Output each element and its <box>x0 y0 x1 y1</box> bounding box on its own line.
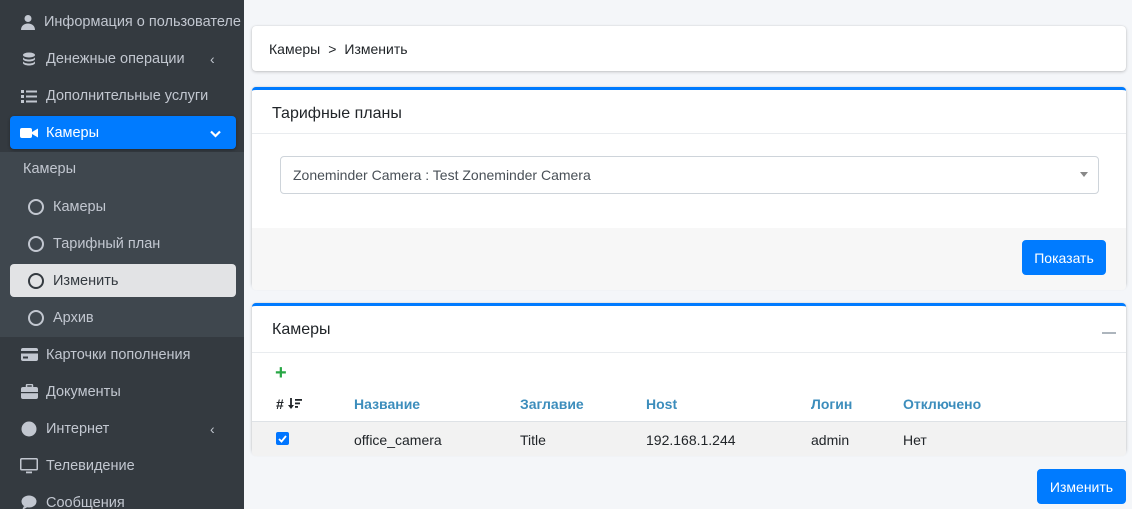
monitor-icon <box>20 457 38 475</box>
credit-card-icon <box>20 346 38 364</box>
sidebar-item-label: Документы <box>46 383 121 400</box>
cell-disabled: Нет <box>903 432 927 448</box>
sidebar-item-user-info[interactable]: Информация о пользователе <box>10 5 241 38</box>
submenu-item-archive[interactable]: Архив <box>10 301 236 334</box>
chevron-left-icon: ‹ <box>210 50 215 67</box>
breadcrumb-current: Изменить <box>344 40 408 57</box>
circle-icon <box>28 272 44 289</box>
sidebar-item-documents[interactable]: Документы <box>10 375 236 408</box>
select-value: Zoneminder Camera : Test Zoneminder Came… <box>293 167 591 183</box>
submenu-item-edit[interactable]: Изменить <box>10 264 236 297</box>
chevron-left-icon: ‹ <box>210 420 215 437</box>
sort-icon[interactable] <box>287 396 302 412</box>
submit-edit-button[interactable]: Изменить <box>1037 469 1126 504</box>
column-header-name[interactable]: Название <box>354 396 420 412</box>
column-header-hash[interactable]: # <box>276 396 302 412</box>
video-camera-icon <box>20 124 38 142</box>
sidebar-item-messages[interactable]: Сообщения <box>10 486 236 509</box>
sidebar-item-label: Дополнительные услуги <box>46 87 209 104</box>
cameras-card: Камеры + # Название Заглавие Host Логин … <box>252 303 1126 456</box>
column-header-hash-label: # <box>276 396 284 412</box>
column-header-host[interactable]: Host <box>646 396 677 412</box>
user-icon <box>20 13 36 31</box>
coins-icon <box>20 50 38 68</box>
sidebar-item-topup-cards[interactable]: Карточки пополнения <box>10 338 236 371</box>
chevron-down-icon <box>210 125 222 141</box>
submenu-item-label: Изменить <box>53 272 119 289</box>
sidebar-item-label: Интернет <box>46 420 110 437</box>
column-header-disabled[interactable]: Отключено <box>903 396 981 412</box>
divider <box>252 133 1126 134</box>
breadcrumb-parent-link[interactable]: Камеры <box>269 41 320 57</box>
card-title: Камеры <box>272 321 331 338</box>
tariff-plans-card: Тарифные планы Zoneminder Camera : Test … <box>252 87 1126 290</box>
card-footer: Показать <box>252 228 1126 290</box>
sidebar: Информация о пользователе Денежные опера… <box>0 0 244 509</box>
row-checkbox[interactable] <box>276 432 289 445</box>
tariff-plan-select[interactable]: Zoneminder Camera : Test Zoneminder Came… <box>280 156 1099 194</box>
circle-icon <box>28 235 44 252</box>
briefcase-icon <box>20 383 38 401</box>
sidebar-item-extra-services[interactable]: Дополнительные услуги <box>10 79 236 112</box>
sidebar-item-label: Телевидение <box>46 457 135 474</box>
collapse-icon[interactable] <box>1102 332 1116 334</box>
column-header-login[interactable]: Логин <box>811 396 852 412</box>
submenu-item-label: Тарифный план <box>53 235 161 252</box>
submenu-header: Камеры <box>23 161 77 177</box>
submenu-item-label: Архив <box>53 309 94 326</box>
circle-icon <box>28 198 44 215</box>
show-button[interactable]: Показать <box>1022 240 1106 275</box>
card-title: Тарифные планы <box>272 105 402 122</box>
sidebar-item-tv[interactable]: Телевидение <box>10 449 236 482</box>
divider <box>252 352 1126 353</box>
sidebar-item-internet[interactable]: Интернет ‹ <box>10 412 236 445</box>
sidebar-item-label: Информация о пользователе <box>44 13 241 30</box>
cell-host: 192.168.1.244 <box>646 432 736 448</box>
submenu-item-tariff-plan[interactable]: Тарифный план <box>10 227 236 260</box>
cell-login: admin <box>811 432 850 448</box>
submenu-item-label: Камеры <box>53 198 107 215</box>
sidebar-item-label: Сообщения <box>46 494 125 509</box>
add-camera-icon[interactable]: + <box>275 363 287 383</box>
dropdown-caret-icon <box>1080 172 1088 177</box>
list-icon <box>20 87 38 105</box>
breadcrumb: Камеры > Изменить <box>252 26 1126 71</box>
submenu-item-cameras[interactable]: Камеры <box>10 190 236 223</box>
cell-name: office_camera <box>354 432 442 448</box>
sidebar-item-label: Камеры <box>46 124 100 141</box>
sidebar-item-label: Денежные операции <box>46 50 185 67</box>
column-header-title[interactable]: Заглавие <box>520 396 584 412</box>
breadcrumb-separator: > <box>328 40 337 57</box>
circle-icon <box>28 309 44 326</box>
globe-icon <box>20 420 38 438</box>
chat-icon <box>20 494 38 509</box>
cell-title: Title <box>520 432 546 448</box>
sidebar-item-money[interactable]: Денежные операции ‹ <box>10 42 236 75</box>
sidebar-item-cameras[interactable]: Камеры <box>10 116 236 149</box>
sidebar-item-label: Карточки пополнения <box>46 346 191 363</box>
